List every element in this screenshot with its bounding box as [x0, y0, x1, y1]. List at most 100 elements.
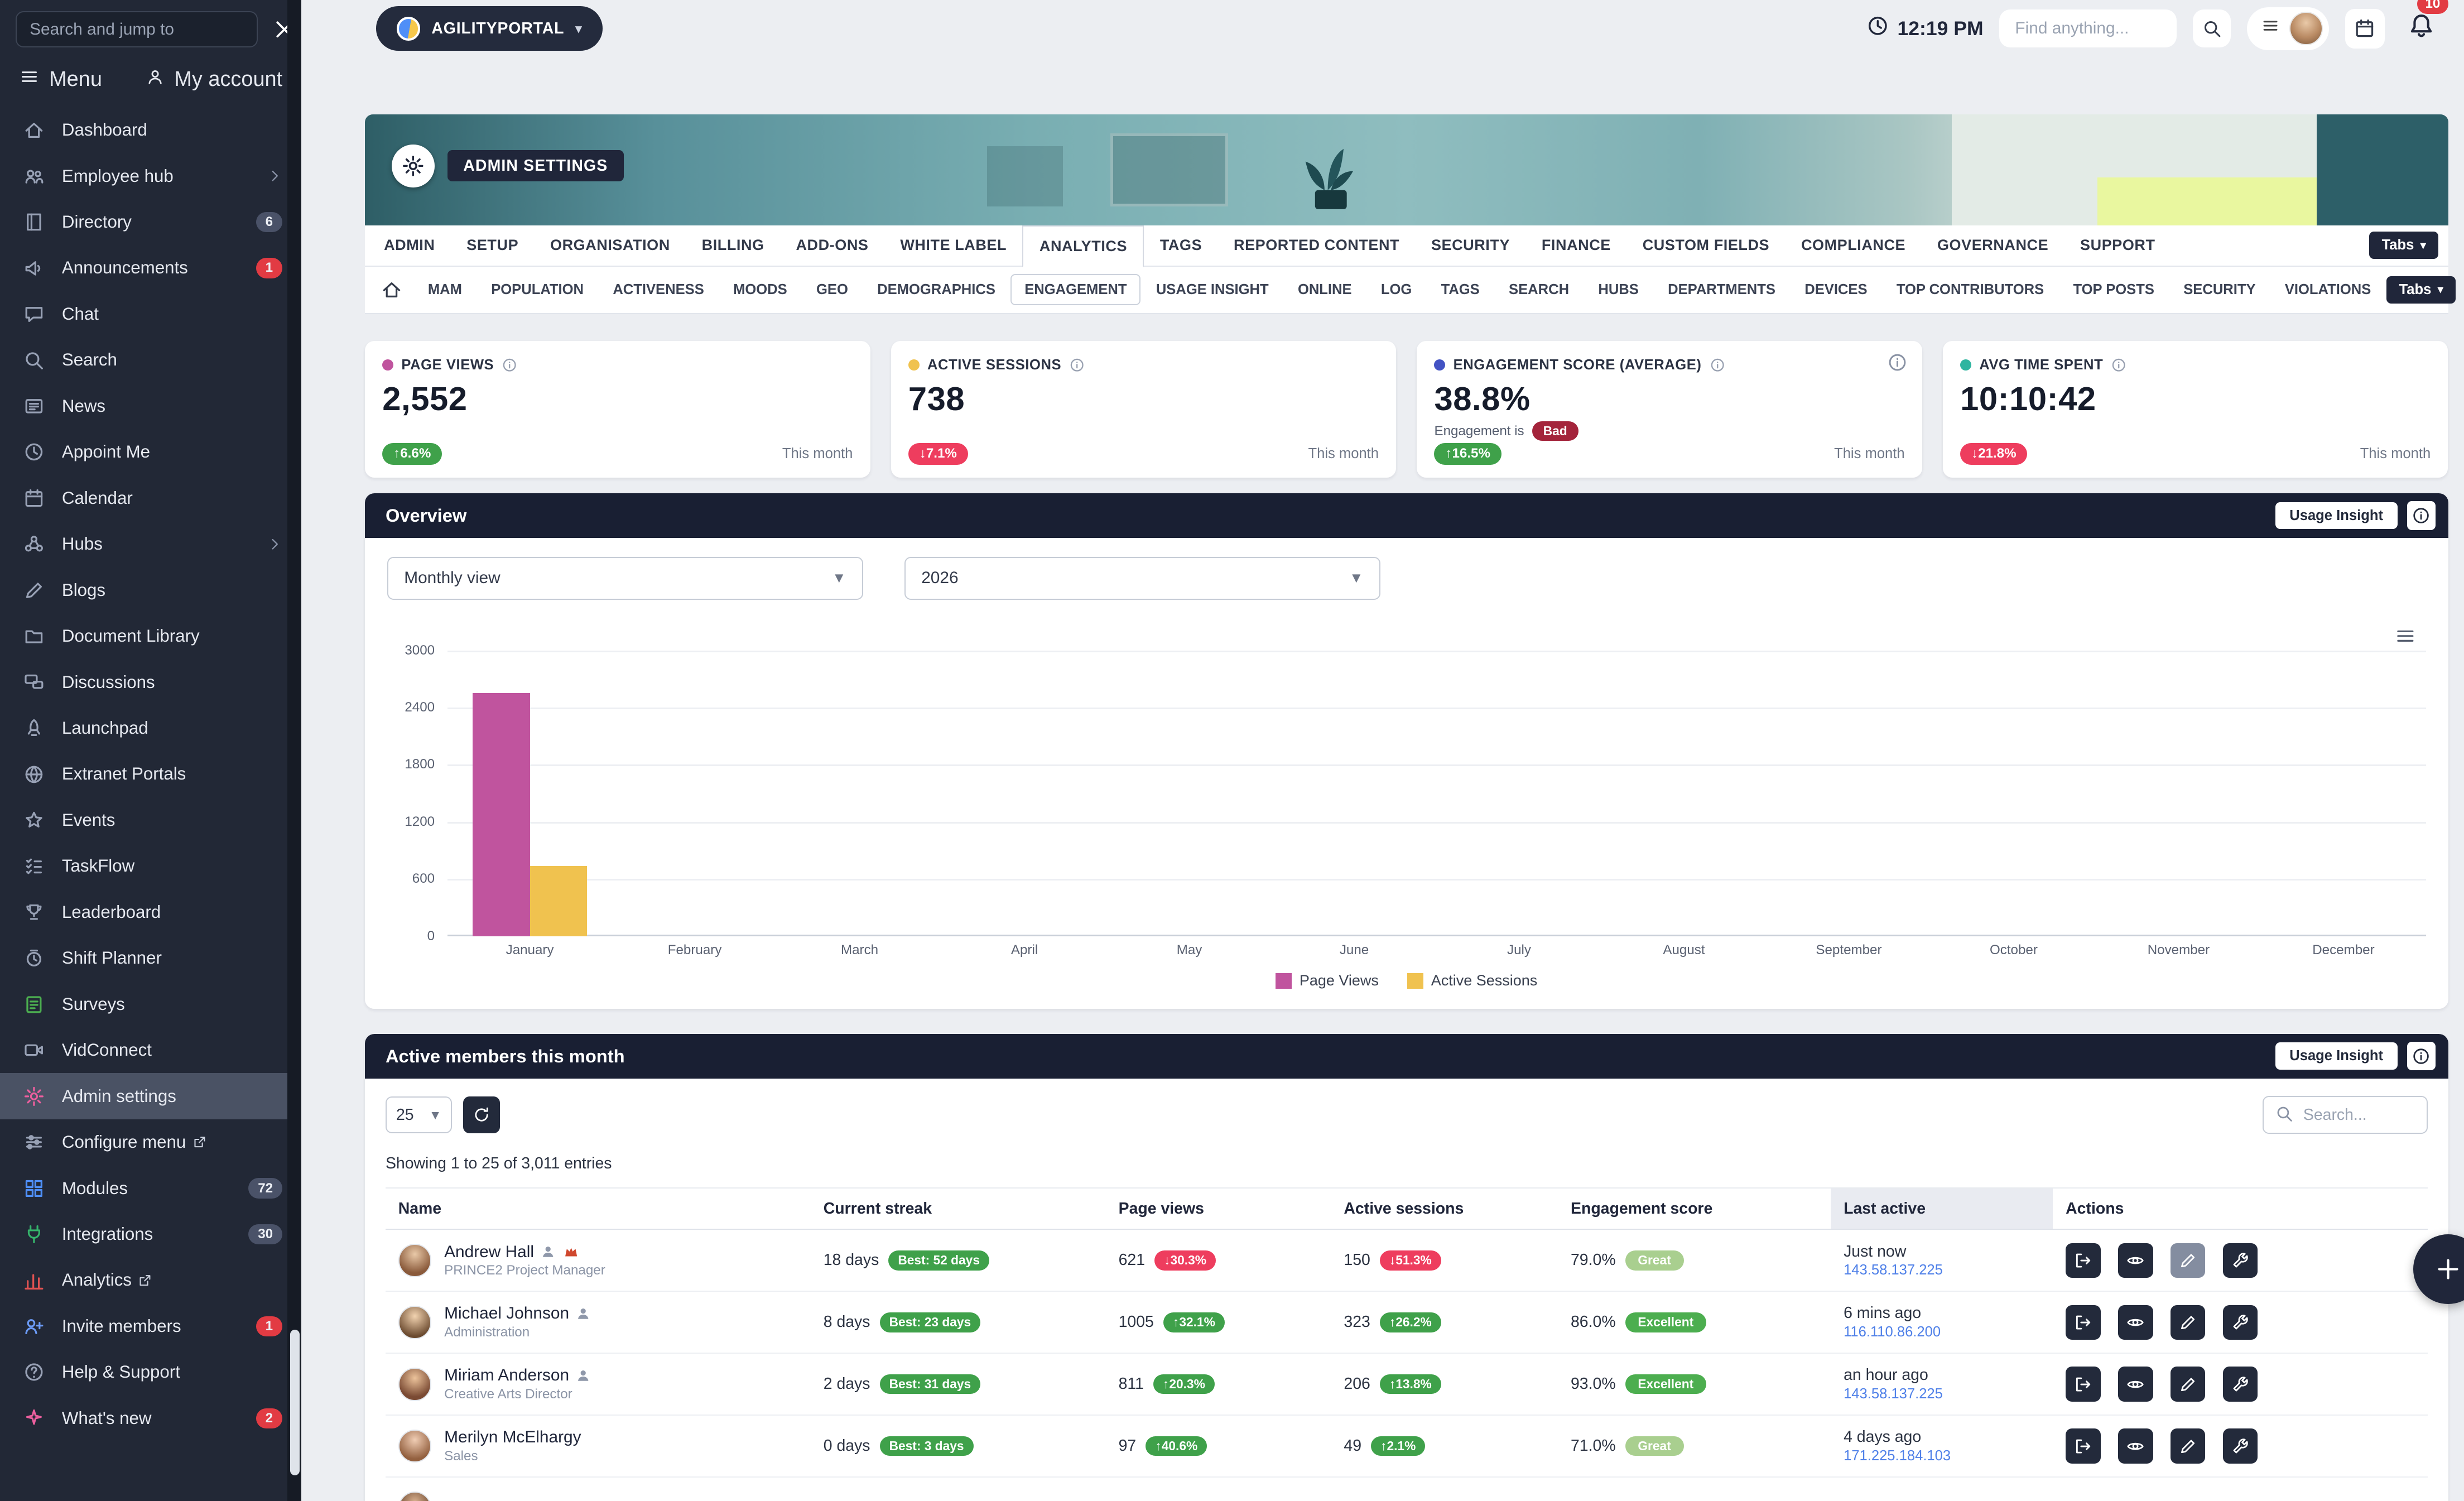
sidebar-item-integrations[interactable]: Integrations30	[0, 1211, 301, 1257]
subtab-population[interactable]: POPULATION	[477, 274, 597, 305]
eye-action-button[interactable]	[2118, 1305, 2153, 1340]
column-header-engagement-score[interactable]: Engagement score	[1558, 1189, 1831, 1229]
subtab-mam[interactable]: MAM	[414, 274, 476, 305]
sidebar-scrollbar-thumb[interactable]	[290, 1330, 300, 1476]
wrench-action-button[interactable]	[2223, 1428, 2258, 1464]
sidebar-search-input[interactable]	[16, 11, 257, 47]
sidebar-item-analytics[interactable]: Analytics	[0, 1257, 301, 1303]
info-icon[interactable]	[1710, 357, 1725, 373]
column-header-current-streak[interactable]: Current streak	[811, 1189, 1106, 1229]
sidebar-item-invite-members[interactable]: Invite members1	[0, 1303, 301, 1349]
secondary-tabs-button[interactable]: Tabs▾	[2386, 276, 2456, 304]
subtab-hubs[interactable]: HUBS	[1585, 274, 1653, 305]
sidebar-item-admin-settings[interactable]: Admin settings	[0, 1073, 301, 1119]
tab-billing[interactable]: BILLING	[686, 225, 780, 266]
eye-action-button[interactable]	[2118, 1428, 2153, 1464]
ip-link[interactable]: 116.110.86.200	[1844, 1324, 1941, 1340]
primary-tabs-button[interactable]: Tabs▾	[2369, 232, 2439, 259]
sidebar-item-what-s-new[interactable]: What's new2	[0, 1396, 301, 1441]
subtab-tags[interactable]: TAGS	[1427, 274, 1494, 305]
wrench-action-button[interactable]	[2223, 1243, 2258, 1278]
tab-reported-content[interactable]: REPORTED CONTENT	[1218, 225, 1416, 266]
sidebar-item-surveys[interactable]: Surveys	[0, 982, 301, 1027]
sidebar-item-discussions[interactable]: Discussions	[0, 659, 301, 705]
subtab-search[interactable]: SEARCH	[1495, 274, 1582, 305]
sidebar-item-modules[interactable]: Modules72	[0, 1165, 301, 1211]
subtab-moods[interactable]: MOODS	[719, 274, 801, 305]
sidebar-item-extranet-portals[interactable]: Extranet Portals	[0, 751, 301, 797]
sidebar-item-news[interactable]: News	[0, 383, 301, 429]
members-usage-insight-button[interactable]: Usage Insight	[2275, 1042, 2398, 1070]
sidebar-item-appoint-me[interactable]: Appoint Me	[0, 429, 301, 475]
menu-toggle-button[interactable]: Menu	[19, 66, 102, 93]
tab-finance[interactable]: FINANCE	[1525, 225, 1626, 266]
user-menu-button[interactable]	[2247, 7, 2330, 50]
subtab-geo[interactable]: GEO	[802, 274, 862, 305]
subtab-engagement[interactable]: ENGAGEMENT	[1010, 274, 1140, 305]
tab-add-ons[interactable]: ADD-ONS	[780, 225, 884, 266]
tab-analytics[interactable]: ANALYTICS	[1022, 225, 1144, 267]
subtab-log[interactable]: LOG	[1367, 274, 1426, 305]
subtab-online[interactable]: ONLINE	[1284, 274, 1365, 305]
sidebar-item-vidconnect[interactable]: VidConnect	[0, 1027, 301, 1073]
subtab-devices[interactable]: DEVICES	[1791, 274, 1881, 305]
sidebar-item-announcements[interactable]: Announcements1	[0, 245, 301, 291]
wrench-action-button[interactable]	[2223, 1367, 2258, 1402]
global-search-button[interactable]	[2193, 9, 2231, 47]
tab-compliance[interactable]: COMPLIANCE	[1786, 225, 1922, 266]
sidebar-item-events[interactable]: Events	[0, 797, 301, 843]
sidebar-scrollbar[interactable]	[287, 0, 302, 1501]
ip-link[interactable]: 171.225.184.103	[1844, 1448, 1951, 1464]
subtab-top-posts[interactable]: TOP POSTS	[2059, 274, 2168, 305]
sidebar-item-help-support[interactable]: Help & Support	[0, 1349, 301, 1395]
sidebar-item-taskflow[interactable]: TaskFlow	[0, 843, 301, 889]
info-icon[interactable]	[1069, 357, 1085, 373]
year-select[interactable]: 2026▼	[904, 557, 1380, 600]
tab-security[interactable]: SECURITY	[1416, 225, 1526, 266]
brand-button[interactable]: AGILITYPORTAL ▾	[376, 6, 603, 51]
pen-action-button[interactable]	[2171, 1428, 2206, 1464]
sidebar-item-shift-planner[interactable]: Shift Planner	[0, 935, 301, 981]
sidebar-item-directory[interactable]: Directory6	[0, 199, 301, 245]
tab-white-label[interactable]: WHITE LABEL	[884, 225, 1023, 266]
notifications-button[interactable]: 10	[2400, 8, 2442, 49]
subtab-top-contributors[interactable]: TOP CONTRIBUTORS	[1883, 274, 2058, 305]
tab-admin[interactable]: ADMIN	[368, 225, 451, 266]
subtab-departments[interactable]: DEPARTMENTS	[1654, 274, 1789, 305]
subtab-demographics[interactable]: DEMOGRAPHICS	[863, 274, 1009, 305]
column-header-actions[interactable]: Actions	[2053, 1189, 2427, 1229]
subtab-activeness[interactable]: ACTIVENESS	[599, 274, 718, 305]
pen-action-button[interactable]	[2171, 1367, 2206, 1402]
overview-info-button[interactable]	[2407, 501, 2436, 530]
home-tab-button[interactable]	[381, 278, 403, 301]
sidebar-item-blogs[interactable]: Blogs	[0, 567, 301, 613]
column-header-name[interactable]: Name	[386, 1189, 811, 1229]
info-icon[interactable]	[2111, 357, 2126, 373]
pen-action-button[interactable]	[2171, 1243, 2206, 1278]
login-action-button[interactable]	[2066, 1428, 2101, 1464]
subtab-security[interactable]: SECURITY	[2170, 274, 2270, 305]
login-action-button[interactable]	[2066, 1243, 2101, 1278]
column-header-active-sessions[interactable]: Active sessions	[1331, 1189, 1558, 1229]
refresh-button[interactable]	[463, 1096, 499, 1133]
eye-action-button[interactable]	[2118, 1243, 2153, 1278]
chart-menu-button[interactable]	[2394, 625, 2417, 653]
login-action-button[interactable]	[2066, 1367, 2101, 1402]
tab-tags[interactable]: TAGS	[1144, 225, 1217, 266]
eye-action-button[interactable]	[2118, 1367, 2153, 1402]
ip-link[interactable]: 143.58.137.225	[1844, 1262, 1943, 1278]
sidebar-item-chat[interactable]: Chat	[0, 291, 301, 337]
pen-action-button[interactable]	[2171, 1305, 2206, 1340]
my-account-button[interactable]: My account	[146, 68, 282, 92]
sidebar-item-search[interactable]: Search	[0, 337, 301, 383]
subtab-usage-insight[interactable]: USAGE INSIGHT	[1142, 274, 1282, 305]
column-header-page-views[interactable]: Page views	[1106, 1189, 1331, 1229]
tab-custom-fields[interactable]: CUSTOM FIELDS	[1626, 225, 1785, 266]
view-select[interactable]: Monthly view▼	[387, 557, 863, 600]
sidebar-item-employee-hub[interactable]: Employee hub	[0, 153, 301, 199]
tab-governance[interactable]: GOVERNANCE	[1922, 225, 2064, 266]
subtab-violations[interactable]: VIOLATIONS	[2271, 274, 2385, 305]
kpi-info-button[interactable]	[1887, 352, 1908, 373]
tab-organisation[interactable]: ORGANISATION	[535, 225, 686, 266]
global-search-input[interactable]	[1999, 9, 2177, 47]
